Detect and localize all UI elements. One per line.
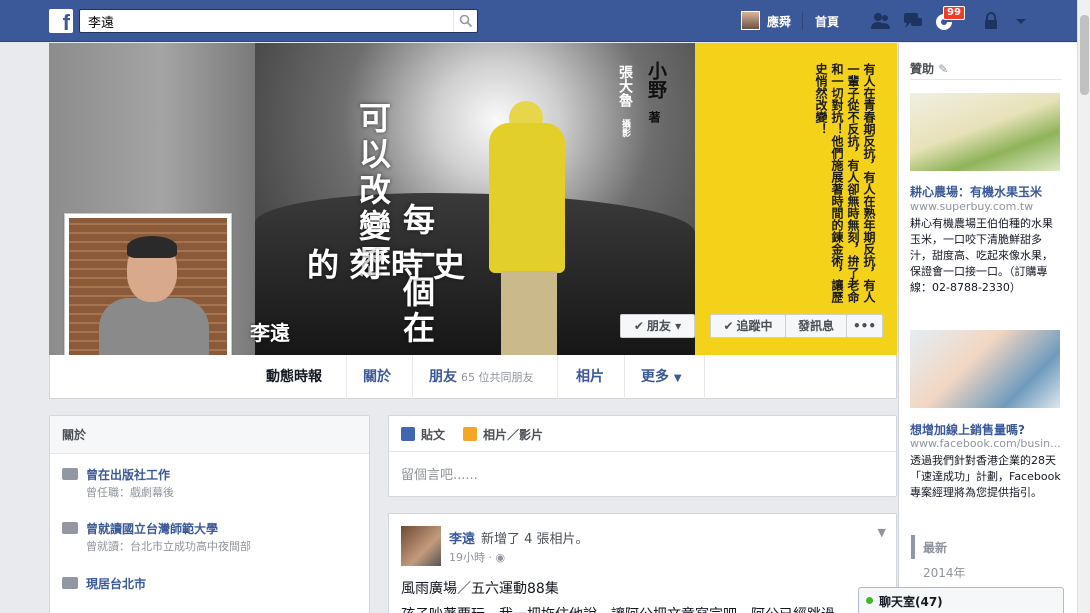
- tab-friends[interactable]: 朋友 65 位共同朋友: [421, 355, 558, 399]
- message-button[interactable]: 發訊息: [785, 314, 847, 338]
- mutual-friends-count: 65 位共同朋友: [461, 371, 534, 384]
- tab-about[interactable]: 關於: [355, 355, 413, 399]
- check-icon: ✔: [633, 319, 644, 333]
- tab-friends-label: 朋友: [429, 369, 457, 385]
- composer-tab-post[interactable]: 貼文: [401, 426, 445, 443]
- chevron-down-icon: ▾: [675, 319, 682, 333]
- briefcase-icon: [62, 468, 78, 480]
- cover-photographer: 張大魯: [617, 65, 633, 107]
- ad-icon: ✎: [938, 62, 949, 76]
- chat-sidebar-tab[interactable]: 聊天室(47): [858, 587, 1064, 613]
- tab-photos[interactable]: 相片: [568, 355, 625, 399]
- cover-yellow-panel: 有人在青春期反抗，有人在熟年期反抗，有人一輩子從不反抗，有人卻無時無刻，拚了老命…: [695, 43, 897, 355]
- home-link[interactable]: 首頁: [815, 13, 839, 30]
- ad-image-couple[interactable]: [910, 330, 1060, 408]
- ad-desc-2: 透過我們針對香港企業的28天「速達成功」計劃，Facebook專案經理將為您提供…: [910, 454, 1061, 499]
- composer-tabs: 貼文 相片／影片: [389, 416, 896, 452]
- ad-title-1[interactable]: 耕心農場：有機水果玉米: [910, 183, 1042, 200]
- scrollbar-thumb[interactable]: [1080, 15, 1089, 95]
- divider: [910, 79, 1062, 80]
- more-options-button[interactable]: •••: [846, 314, 883, 338]
- figure-raincoat: [489, 123, 565, 273]
- friends-button-label: 朋友: [646, 319, 671, 333]
- following-button-label: 追蹤中: [736, 319, 773, 333]
- ad-desc-1: 耕心有機農場王伯伯種的水果玉米，一口咬下清脆鮮甜多汁，甜度高、吃起來像水果，保證…: [910, 217, 1053, 294]
- search-input[interactable]: [80, 10, 440, 32]
- post-timestamp[interactable]: 19小時 · ◉: [449, 549, 505, 565]
- composer-tab-post-label: 貼文: [421, 428, 446, 442]
- user-avatar[interactable]: [741, 11, 760, 30]
- profile-photo: [69, 218, 227, 376]
- about-work-detail: 曾任職：戲劇幕後: [86, 486, 174, 499]
- messages-icon[interactable]: [902, 11, 924, 31]
- privacy-shortcuts-icon[interactable]: [981, 11, 1003, 31]
- notification-badge: 99: [943, 6, 965, 20]
- composer-input[interactable]: 留個言吧......: [401, 464, 478, 483]
- following-button[interactable]: ✔ 追蹤中: [710, 314, 786, 338]
- sponsored-heading: 贊助 ✎: [910, 60, 948, 77]
- timeline-post: 李遠 新增了 4 張相片。 19小時 · ◉ ▼ 風雨廣場／五六運動88集 孩子…: [388, 513, 897, 613]
- profile-name[interactable]: 李遠: [250, 317, 290, 346]
- tab-more[interactable]: 更多 ▼: [633, 355, 705, 399]
- about-education-detail: 曾就讀：台北市立成功高中夜間部: [86, 540, 251, 553]
- top-bar: f 應舜 首頁 99: [0, 0, 1090, 42]
- tab-more-label: 更多: [641, 369, 669, 385]
- figure-legs: [501, 271, 557, 355]
- post-action-text: 新增了 4 張相片。: [481, 532, 589, 547]
- check-icon: ✔: [723, 319, 734, 333]
- graduation-cap-icon: [62, 522, 78, 534]
- account-menu-chevron-down-icon[interactable]: [1010, 11, 1032, 31]
- ad-title-2[interactable]: 想增加線上銷售量嗎?: [910, 421, 1025, 438]
- about-location-link[interactable]: 現居台北市: [86, 575, 146, 592]
- post-time-text: 19小時 ·: [449, 551, 496, 564]
- facebook-logo[interactable]: f: [49, 9, 73, 33]
- cover-author-suffix: 著: [647, 111, 661, 123]
- ad-url-2: www.facebook.com/busin...: [910, 437, 1061, 450]
- globe-icon: ◉: [495, 551, 506, 564]
- post-composer: 貼文 相片／影片 留個言吧......: [388, 415, 897, 497]
- post-options-chevron-down-icon[interactable]: ▼: [878, 526, 886, 539]
- post-author-link[interactable]: 李遠: [449, 528, 475, 547]
- search-box: [79, 9, 478, 33]
- about-work-link[interactable]: 曾在出版社工作: [86, 466, 170, 483]
- about-education-link[interactable]: 曾就讀國立台灣師範大學: [86, 520, 218, 537]
- right-sidebar: 贊助 ✎ 耕心農場：有機水果玉米 www.superbuy.com.tw 耕心有…: [898, 43, 1077, 613]
- online-status-icon: [866, 597, 873, 604]
- chevron-down-icon: ▼: [673, 373, 682, 384]
- pencil-icon: [401, 427, 415, 441]
- search-button[interactable]: [453, 10, 477, 32]
- cover-poem: 有人在青春期反抗，有人在熟年期反抗，有人一輩子從不反抗，有人卻無時無刻，拚了老命…: [814, 63, 876, 303]
- timeline-scrubber-marker: [911, 535, 915, 559]
- tab-timeline[interactable]: 動態時報: [258, 355, 347, 399]
- ad-url-1: www.superbuy.com.tw: [910, 200, 1034, 213]
- divider: [802, 12, 803, 30]
- about-card: 關於 曾在出版社工作 曾任職：戲劇幕後 曾就讀國立台灣師範大學 曾就讀：台北市立…: [49, 415, 370, 613]
- search-icon: [459, 14, 473, 28]
- friend-requests-icon[interactable]: [870, 11, 892, 31]
- composer-tab-photo-label: 相片／影片: [483, 428, 544, 442]
- scrubber-year[interactable]: 2014年: [923, 564, 966, 581]
- cover-photographer-suffix: 攝影: [620, 119, 630, 137]
- friends-button[interactable]: ✔ 朋友 ▾: [620, 314, 695, 338]
- home-icon: [62, 577, 78, 589]
- composer-tab-photo[interactable]: 相片／影片: [463, 426, 543, 443]
- cover-author: 小野: [645, 61, 667, 99]
- cover-title-line3: 的刻時史: [307, 246, 476, 284]
- photo-icon: [463, 427, 477, 441]
- scrollbar[interactable]: [1077, 0, 1090, 613]
- photo-hair: [127, 236, 177, 258]
- ad-image-corn[interactable]: [910, 93, 1060, 171]
- post-text-title: 風雨廣場／五六運動88集: [401, 581, 559, 597]
- chat-label: 聊天室(47): [879, 595, 943, 609]
- scrubber-recent[interactable]: 最新: [923, 539, 947, 556]
- post-author-avatar[interactable]: [401, 526, 441, 566]
- user-name-link[interactable]: 應舜: [767, 13, 791, 30]
- sponsored-label: 贊助: [910, 62, 935, 76]
- about-card-title: 關於: [50, 416, 369, 454]
- post-text-body: 孩子吵著要玩，我一把拖住他說，讓阿公把文章寫完吧，阿公已經跳過: [401, 604, 835, 613]
- profile-nav: 動態時報 關於 朋友 65 位共同朋友 相片 更多 ▼: [49, 355, 897, 399]
